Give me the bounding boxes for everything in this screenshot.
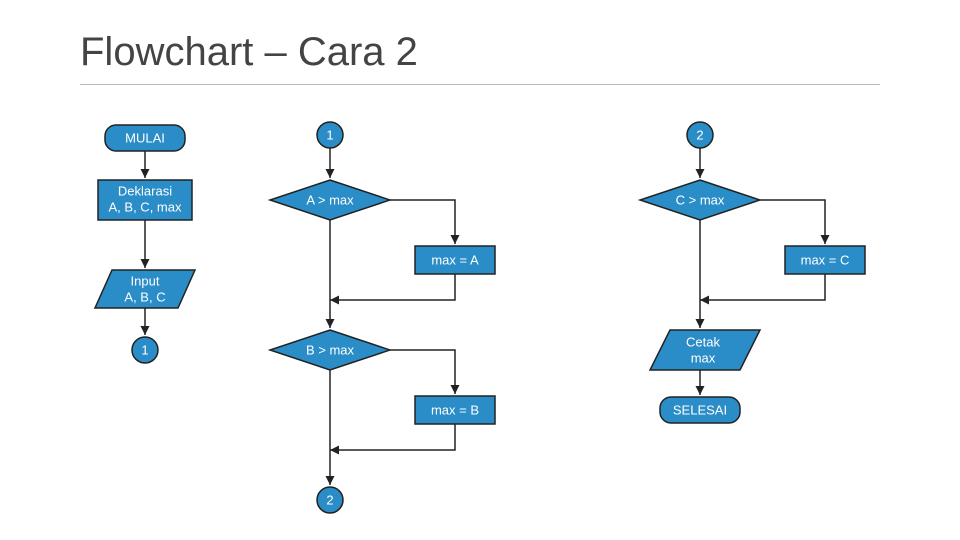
arrow	[330, 274, 455, 300]
connector-1-in-label: 1	[326, 127, 333, 142]
arrow	[390, 200, 455, 244]
declare-label-2: A, B, C, max	[109, 199, 182, 214]
end-label: SELESAI	[673, 402, 727, 417]
arrow	[390, 350, 455, 394]
flowchart: MULAI Deklarasi A, B, C, max Input A, B,…	[0, 0, 960, 540]
process-set-a-label: max = A	[431, 252, 479, 267]
start-label: MULAI	[125, 130, 165, 145]
arrow	[760, 200, 825, 244]
input-label-1: Input	[131, 273, 160, 288]
connector-1-out-label: 1	[141, 342, 148, 357]
process-set-b-label: max = B	[431, 402, 479, 417]
connector-2-out-label: 2	[326, 492, 333, 507]
print-label-2: max	[691, 350, 716, 365]
process-set-c-label: max = C	[801, 252, 850, 267]
decision-a-label: A > max	[306, 192, 354, 207]
arrow	[700, 274, 825, 300]
arrow	[330, 424, 455, 450]
declare-label-1: Deklarasi	[118, 183, 172, 198]
connector-2-in-label: 2	[696, 127, 703, 142]
input-label-2: A, B, C	[124, 289, 165, 304]
print-label-1: Cetak	[686, 334, 720, 349]
decision-c-label: C > max	[676, 192, 725, 207]
decision-b-label: B > max	[306, 342, 355, 357]
